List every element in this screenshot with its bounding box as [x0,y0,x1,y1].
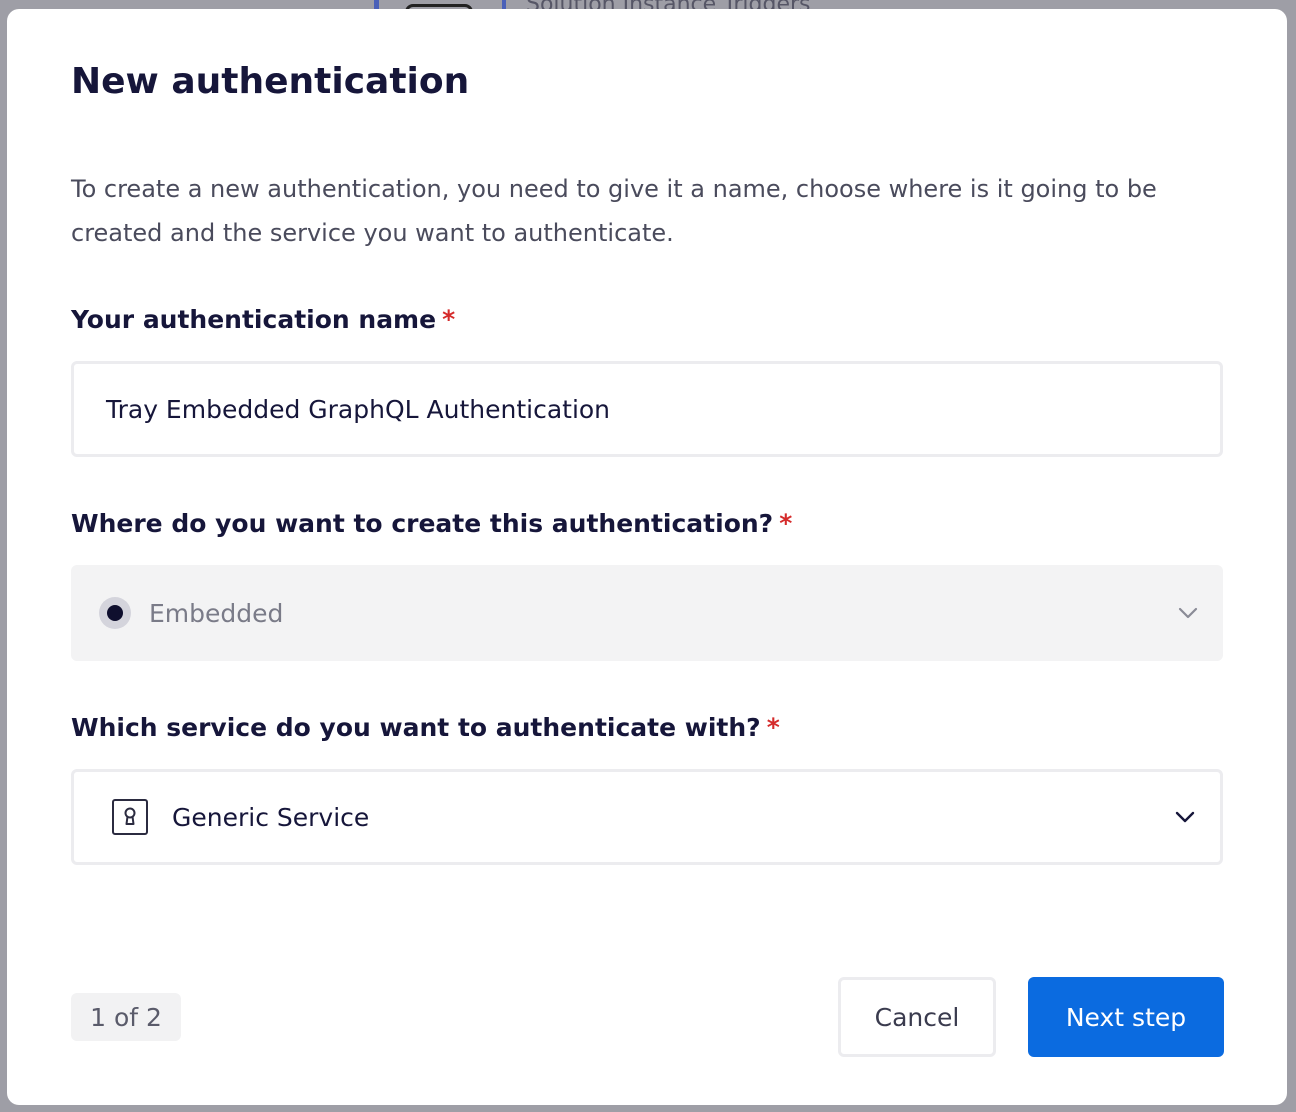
location-label: Where do you want to create this authent… [71,509,792,538]
location-select-value: Embedded [149,598,284,628]
location-select[interactable]: Embedded [71,565,1223,661]
chevron-down-icon [1174,806,1196,828]
modal-description: To create a new authentication, you need… [71,175,1157,247]
new-authentication-modal: New authentication To create a new authe… [7,9,1287,1105]
step-indicator: 1 of 2 [71,993,181,1041]
next-step-button[interactable]: Next step [1028,977,1224,1057]
service-label: Which service do you want to authenticat… [71,713,780,742]
service-select-value: Generic Service [172,802,370,832]
required-marker: * [442,305,456,334]
required-marker: * [766,713,780,742]
service-label-text: Which service do you want to authenticat… [71,713,761,742]
radio-dot-icon [99,597,131,629]
keyhole-icon [112,799,148,835]
location-label-text: Where do you want to create this authent… [71,509,774,538]
cancel-button[interactable]: Cancel [838,977,996,1057]
authentication-name-value: Tray Embedded GraphQL Authentication [106,394,611,424]
authentication-name-input[interactable]: Tray Embedded GraphQL Authentication [71,361,1223,457]
authentication-name-label-text: Your authentication name [71,305,437,334]
authentication-name-label: Your authentication name * [71,305,455,334]
modal-title: New authentication [71,61,470,102]
service-select[interactable]: Generic Service [71,769,1223,865]
chevron-down-icon [1177,602,1199,624]
required-marker: * [779,509,793,538]
